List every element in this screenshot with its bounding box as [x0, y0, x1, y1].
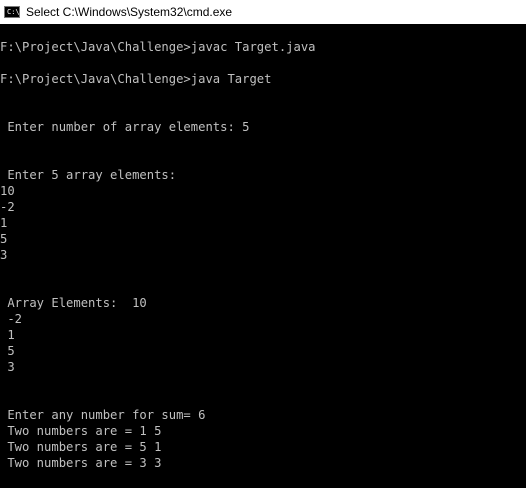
- cmd-icon: C:\: [4, 6, 20, 18]
- console-line: 3: [0, 360, 15, 374]
- console-line: Two numbers are = 5 1: [0, 440, 162, 454]
- console-line: Enter number of array elements: 5: [0, 120, 250, 134]
- console-output[interactable]: F:\Project\Java\Challenge>javac Target.j…: [0, 24, 526, 488]
- console-line: Array Elements: 10: [0, 296, 147, 310]
- title-bar[interactable]: C:\ Select C:\Windows\System32\cmd.exe: [0, 0, 526, 24]
- console-line: 5: [0, 232, 8, 246]
- console-line: -2: [0, 312, 23, 326]
- cmd-icon-glyph: C:\: [7, 8, 20, 16]
- console-line: 5: [0, 344, 15, 358]
- console-line: 10: [0, 184, 15, 198]
- console-line: F:\Project\Java\Challenge>javac Target.j…: [0, 40, 316, 54]
- console-line: Two numbers are = 3 3: [0, 456, 162, 470]
- window-title: Select C:\Windows\System32\cmd.exe: [26, 5, 233, 19]
- console-line: 3: [0, 248, 8, 262]
- console-line: 1: [0, 328, 15, 342]
- console-line: Enter 5 array elements:: [0, 168, 177, 182]
- console-line: Enter any number for sum= 6: [0, 408, 206, 422]
- console-line: Two numbers are = 1 5: [0, 424, 162, 438]
- console-line: -2: [0, 200, 15, 214]
- console-line: F:\Project\Java\Challenge>java Target: [0, 72, 272, 86]
- console-line: 1: [0, 216, 8, 230]
